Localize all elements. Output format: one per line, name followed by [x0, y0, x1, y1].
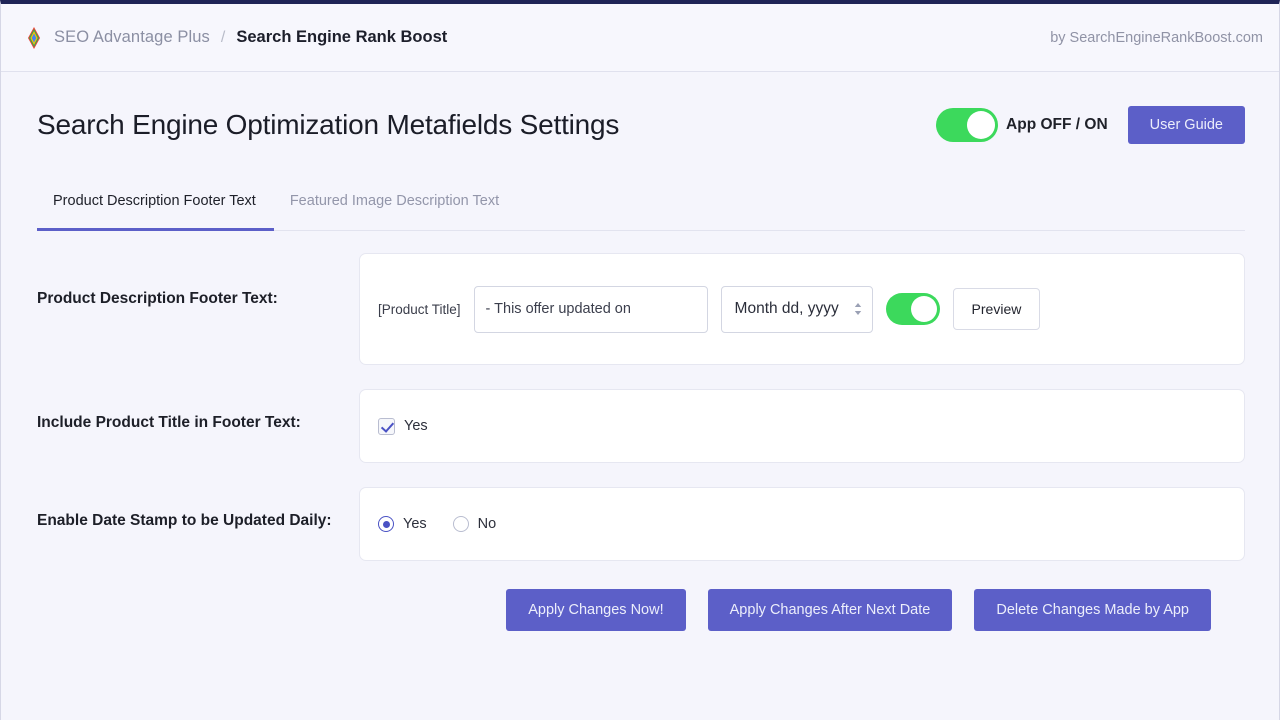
settings-form: Product Description Footer Text: [Produc… [1, 231, 1279, 631]
row-include-product-title-label: Include Product Title in Footer Text: [37, 389, 359, 432]
tab-bar: Product Description Footer Text Featured… [37, 184, 1245, 231]
brand-name[interactable]: SEO Advantage Plus [54, 28, 210, 47]
delete-changes-made-by-app-button[interactable]: Delete Changes Made by App [974, 589, 1211, 631]
diamond-logo-icon [23, 27, 45, 49]
date-stamp-daily-card: Yes No [359, 487, 1245, 561]
include-product-title-card: Yes [359, 389, 1245, 463]
checkbox-icon[interactable] [378, 418, 395, 435]
action-button-row: Apply Changes Now! Apply Changes After N… [37, 585, 1245, 631]
apply-changes-after-next-date-button[interactable]: Apply Changes After Next Date [708, 589, 953, 631]
row-footer-text: Product Description Footer Text: [Produc… [37, 253, 1245, 365]
tab-featured-image-description-text[interactable]: Featured Image Description Text [274, 184, 517, 230]
date-stamp-option-yes[interactable]: Yes [378, 516, 427, 532]
byline-text: by SearchEngineRankBoost.com [1050, 30, 1263, 46]
tab-product-description-footer-text[interactable]: Product Description Footer Text [37, 184, 274, 230]
date-stamp-no-label: No [478, 516, 497, 532]
footer-text-controls: [Product Title] Month dd, yyyy [378, 286, 1040, 333]
breadcrumb: SEO Advantage Plus / Search Engine Rank … [23, 27, 447, 49]
page-title: Search Engine Optimization Metafields Se… [37, 110, 619, 141]
radio-icon[interactable] [378, 516, 394, 532]
toggle-knob [911, 296, 937, 322]
date-stamp-enable-toggle[interactable] [886, 293, 940, 325]
include-title-yes-option[interactable]: Yes [378, 418, 428, 435]
date-stamp-radio-group: Yes No [378, 516, 496, 532]
app-window: SEO Advantage Plus / Search Engine Rank … [0, 0, 1280, 720]
date-format-select[interactable]: Month dd, yyyy [721, 286, 873, 333]
chevron-up-down-icon [854, 302, 862, 316]
toggle-knob [967, 111, 995, 139]
row-date-stamp-daily-label: Enable Date Stamp to be Updated Daily: [37, 487, 359, 530]
product-title-token: [Product Title] [378, 302, 461, 317]
radio-icon[interactable] [453, 516, 469, 532]
app-toggle-label: App OFF / ON [1006, 116, 1108, 134]
footer-text-card: [Product Title] Month dd, yyyy [359, 253, 1245, 365]
row-date-stamp-daily: Enable Date Stamp to be Updated Daily: Y… [37, 487, 1245, 561]
include-title-yes-label: Yes [404, 418, 428, 434]
app-on-off-toggle[interactable] [936, 108, 998, 142]
breadcrumb-separator: / [219, 29, 227, 47]
row-footer-text-label: Product Description Footer Text: [37, 253, 359, 308]
date-format-value: Month dd, yyyy [735, 300, 839, 318]
footer-text-input[interactable] [474, 286, 708, 333]
date-stamp-yes-label: Yes [403, 516, 427, 532]
user-guide-button[interactable]: User Guide [1128, 106, 1245, 144]
title-row: Search Engine Optimization Metafields Se… [1, 72, 1279, 154]
apply-changes-now-button[interactable]: Apply Changes Now! [506, 589, 685, 631]
top-bar: SEO Advantage Plus / Search Engine Rank … [1, 4, 1279, 72]
row-include-product-title: Include Product Title in Footer Text: Ye… [37, 389, 1245, 463]
title-actions: App OFF / ON User Guide [936, 106, 1245, 144]
date-stamp-option-no[interactable]: No [453, 516, 497, 532]
breadcrumb-current-page: Search Engine Rank Boost [236, 28, 447, 47]
app-toggle-group: App OFF / ON [936, 108, 1108, 142]
preview-button[interactable]: Preview [953, 288, 1041, 330]
